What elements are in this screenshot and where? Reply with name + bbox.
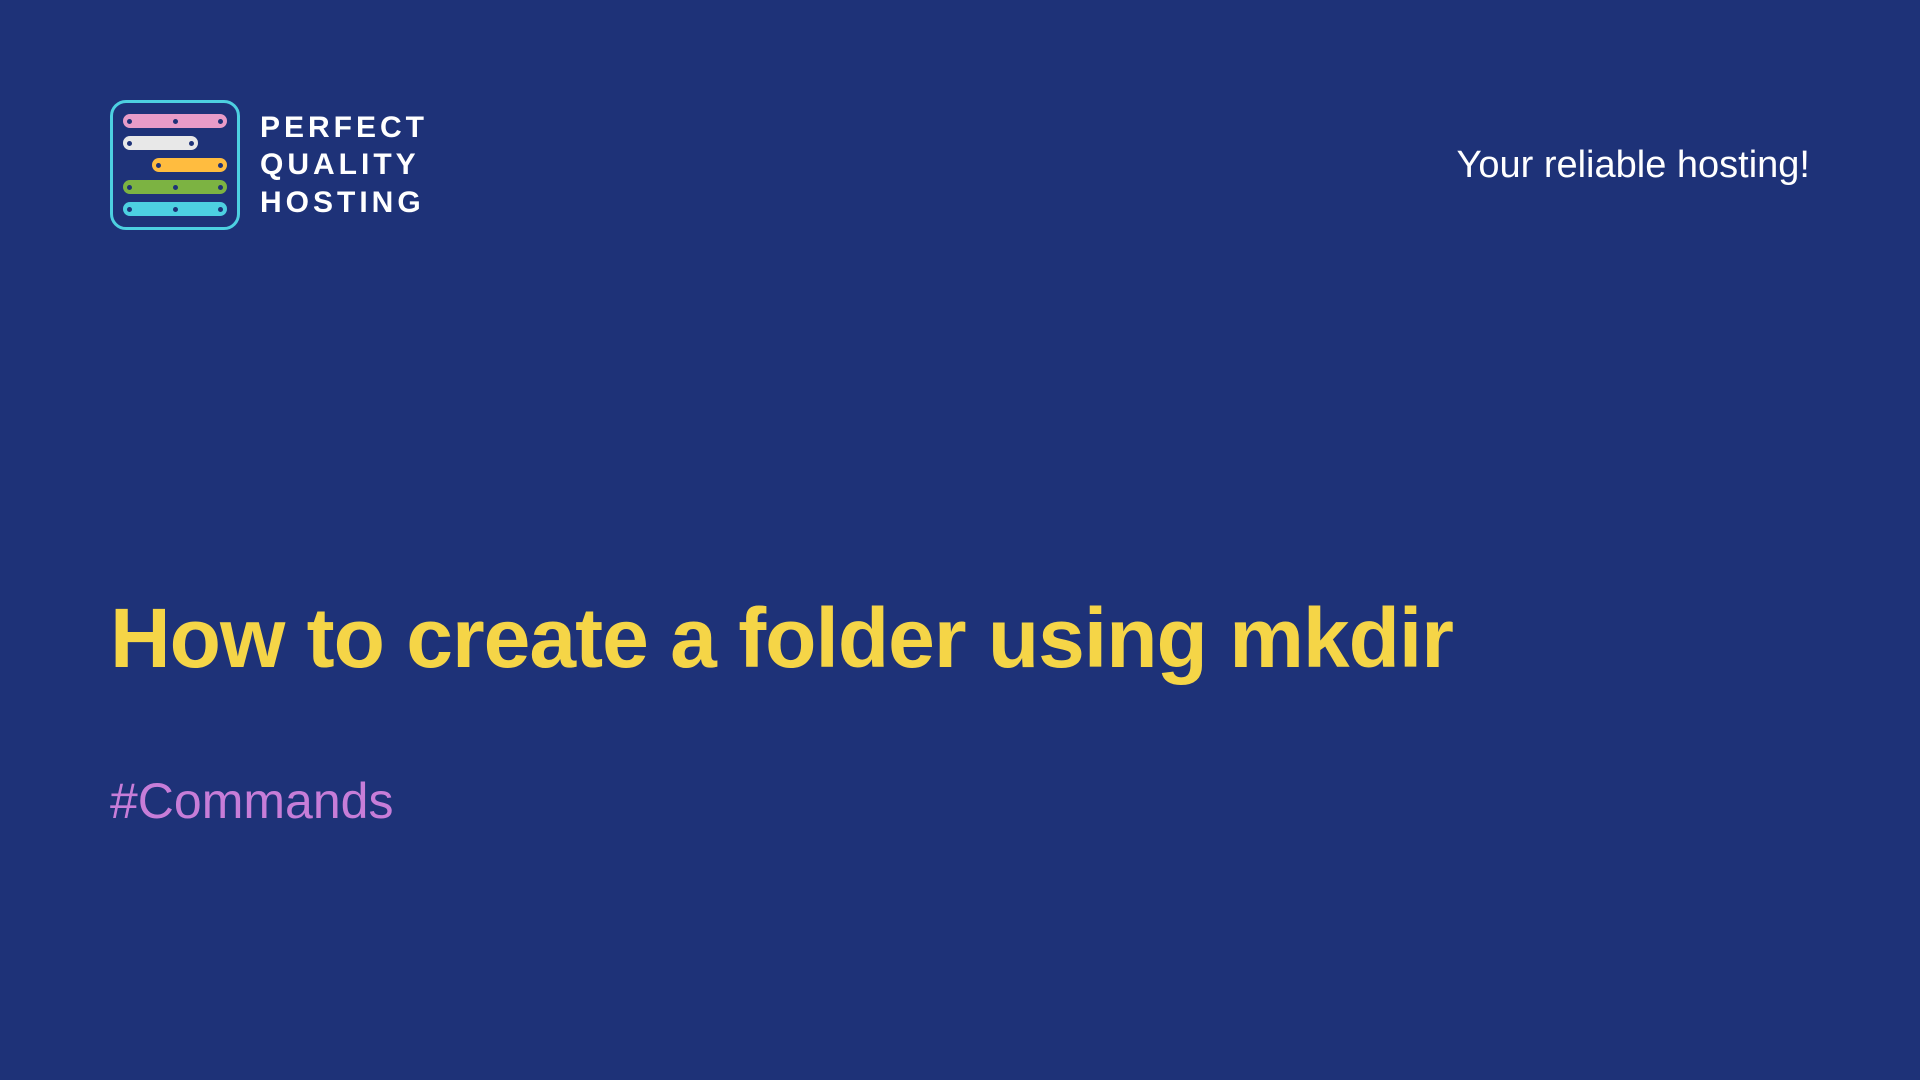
logo-bar: [123, 114, 227, 128]
header: PERFECT QUALITY HOSTING Your reliable ho…: [0, 0, 1920, 230]
tagline: Your reliable hosting!: [1456, 144, 1810, 187]
logo-text-line2: QUALITY: [260, 146, 428, 184]
logo-text-line3: HOSTING: [260, 184, 428, 222]
logo-bar: [123, 180, 227, 194]
logo-bar: [152, 158, 227, 172]
page-title: How to create a folder using mkdir: [110, 590, 1810, 687]
logo-bar: [123, 136, 198, 150]
category-tag: #Commands: [110, 772, 1810, 830]
logo-text-line1: PERFECT: [260, 109, 428, 147]
logo-bar: [123, 202, 227, 216]
logo-text: PERFECT QUALITY HOSTING: [260, 109, 428, 222]
logo-icon: [110, 100, 240, 230]
content: How to create a folder using mkdir #Comm…: [110, 590, 1810, 830]
logo-container: PERFECT QUALITY HOSTING: [110, 100, 428, 230]
